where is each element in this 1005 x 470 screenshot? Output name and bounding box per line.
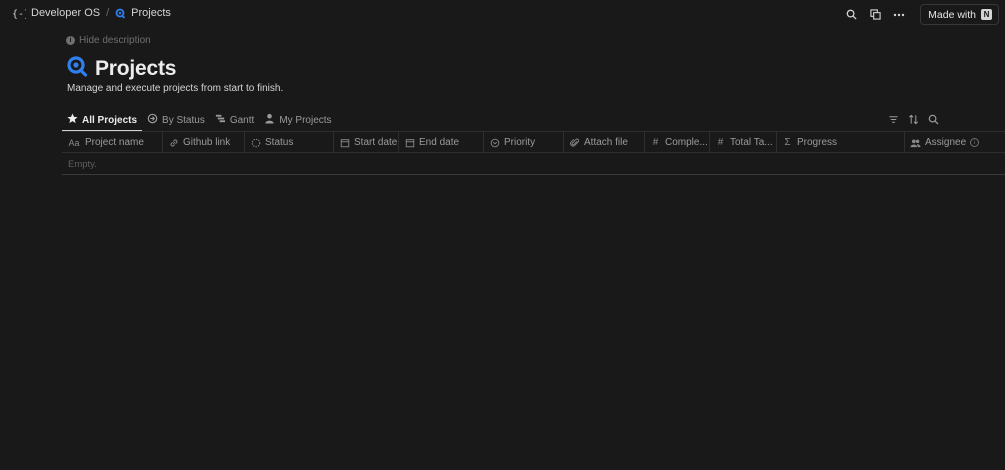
duplicate-icon[interactable] (868, 8, 882, 22)
breadcrumb-separator: / (106, 7, 110, 19)
column-label: Comple... (665, 137, 708, 148)
tab-label: All Projects (82, 114, 138, 126)
column-label: Project name (85, 137, 144, 148)
column-attach-file[interactable]: Attach file (564, 132, 645, 153)
info-icon[interactable]: i (970, 138, 980, 147)
projects-icon (66, 55, 88, 82)
hide-description-toggle[interactable]: i Hide description (66, 35, 151, 46)
column-label: Assignee (925, 137, 967, 148)
sort-icon[interactable] (908, 112, 919, 130)
breadcrumb-workspace[interactable]: Developer OS (31, 7, 100, 19)
column-label: Start date (354, 137, 398, 148)
column-start-date[interactable]: Start date (334, 132, 399, 153)
tab-all-projects[interactable]: All Projects (62, 109, 143, 132)
svg-text:{-}: {-} (12, 9, 26, 19)
column-end-date[interactable]: End date (399, 132, 484, 153)
view-tabs: All Projects By Status Gantt My Projects (62, 109, 337, 132)
tab-my-projects[interactable]: My Projects (259, 109, 336, 131)
number-icon: # (652, 137, 659, 148)
column-completed[interactable]: # Comple... (645, 132, 710, 153)
page-header: Projects (66, 55, 176, 82)
topbar: {-} Developer OS / Projects Made with N (0, 0, 1005, 28)
tab-label: By Status (162, 114, 205, 126)
search-icon[interactable] (844, 8, 858, 22)
column-label: Attach file (584, 137, 628, 148)
number-icon: # (717, 137, 724, 148)
column-assignee[interactable]: Assignee i (905, 132, 1005, 153)
column-github-link[interactable]: Github link (163, 132, 245, 153)
table-header: Aa Project name Github link Status Start… (62, 132, 1005, 153)
breadcrumb-page[interactable]: Projects (131, 7, 171, 19)
column-progress[interactable]: Σ Progress (777, 132, 905, 153)
filter-icon[interactable] (888, 112, 899, 130)
column-label: Progress (797, 137, 838, 148)
column-label: Status (265, 137, 294, 148)
formula-icon: Σ (784, 137, 791, 148)
info-icon: i (66, 36, 75, 45)
text-type-icon: Aa (68, 137, 80, 148)
column-project-name[interactable]: Aa Project name (62, 132, 163, 153)
column-priority[interactable]: Priority (484, 132, 564, 153)
empty-text: Empty. (68, 158, 97, 170)
tab-label: Gantt (229, 114, 255, 126)
person-icon (264, 113, 275, 127)
tab-gantt[interactable]: Gantt (210, 109, 259, 131)
page-title[interactable]: Projects (95, 57, 176, 81)
paperclip-icon (569, 138, 580, 148)
column-status[interactable]: Status (245, 132, 334, 153)
tab-by-status[interactable]: By Status (142, 109, 210, 131)
tab-label: My Projects (279, 114, 332, 126)
column-label: End date (419, 137, 460, 148)
made-with-button[interactable]: Made with N (920, 4, 999, 25)
page-description[interactable]: Manage and execute projects from start t… (67, 83, 283, 94)
developer-os-icon: {-} (12, 7, 26, 19)
view-tools (888, 112, 939, 130)
projects-icon (115, 8, 126, 19)
status-icon (147, 113, 158, 127)
column-label: Total Ta... (730, 137, 773, 148)
topbar-actions: Made with N (844, 4, 999, 25)
hide-description-label: Hide description (79, 35, 151, 46)
calendar-icon (404, 138, 415, 148)
star-icon (67, 113, 78, 127)
more-icon[interactable] (892, 8, 906, 22)
people-icon (910, 138, 921, 148)
search-icon[interactable] (928, 112, 939, 130)
breadcrumb: {-} Developer OS / Projects (12, 7, 171, 19)
table-empty-row: Empty. (62, 154, 1005, 175)
made-with-label: Made with (928, 8, 976, 21)
column-total-tasks[interactable]: # Total Ta... (710, 132, 777, 153)
calendar-icon (339, 138, 350, 148)
column-label: Priority (504, 137, 536, 148)
status-icon (250, 138, 261, 148)
gantt-icon (215, 113, 226, 127)
select-icon (489, 138, 500, 148)
column-label: Github link (183, 137, 231, 148)
notion-logo-icon: N (981, 9, 992, 20)
link-icon (168, 138, 179, 148)
